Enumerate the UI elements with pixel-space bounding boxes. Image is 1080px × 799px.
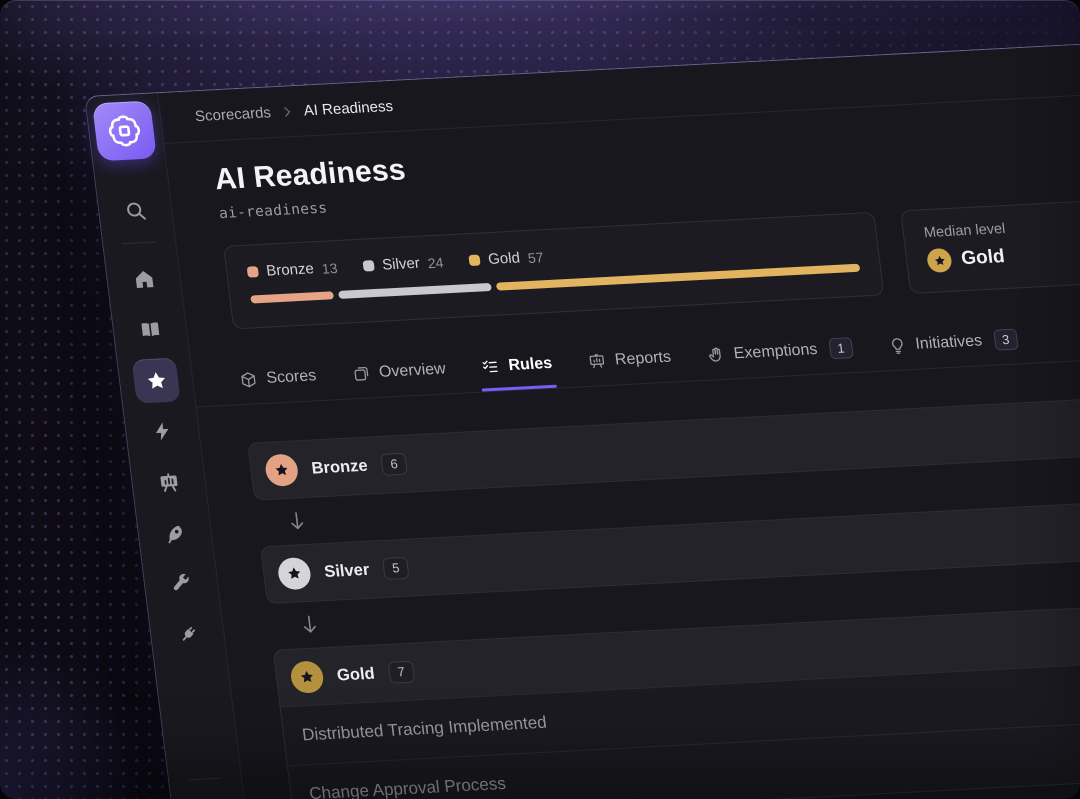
rule-count-badge: 5 <box>382 557 410 580</box>
hand-icon <box>706 345 726 364</box>
presentation-icon <box>156 470 182 494</box>
legend-label: Gold <box>487 249 521 268</box>
median-level-text: Gold <box>960 246 1006 270</box>
rules-list: Bronze 6 Silver 5 <box>247 384 1080 799</box>
tab-label: Scores <box>265 367 317 388</box>
bolt-icon <box>150 420 175 443</box>
sidebar-item-search[interactable] <box>111 187 160 233</box>
list-checks-icon <box>480 357 500 376</box>
tab-overview[interactable]: Overview <box>351 358 447 384</box>
rail-divider <box>122 241 156 244</box>
star-icon <box>298 669 316 686</box>
rail-divider-bottom <box>188 778 222 781</box>
cortex-logo-icon <box>102 110 147 152</box>
gold-swatch <box>469 255 481 267</box>
section-name: Silver <box>323 560 370 581</box>
section-name: Gold <box>336 664 376 685</box>
app-window: Scorecards AI Readiness AI Readiness ai-… <box>84 30 1080 799</box>
bronze-swatch <box>247 266 259 278</box>
sidebar-item-integrations[interactable] <box>163 611 212 657</box>
screenshot-frame: Scorecards AI Readiness AI Readiness ai-… <box>0 0 1080 799</box>
sidebar-item-actions[interactable] <box>138 408 187 454</box>
book-icon <box>137 318 163 342</box>
exemptions-count-badge: 1 <box>828 337 854 359</box>
legend-label: Silver <box>381 255 421 274</box>
legend-label: Bronze <box>265 260 315 279</box>
sidebar-item-home[interactable] <box>119 256 168 302</box>
levels-distribution-card: Bronze 13 Silver 24 Gold 5 <box>223 212 884 330</box>
silver-bar-segment <box>338 283 492 299</box>
presentation-chart-icon <box>587 352 607 371</box>
main-panel: Scorecards AI Readiness AI Readiness ai-… <box>158 32 1080 799</box>
gold-level-badge <box>926 248 953 273</box>
star-icon <box>273 462 291 479</box>
sidebar-item-tools[interactable] <box>156 561 205 607</box>
legend-value: 24 <box>427 254 445 271</box>
sidebar-item-scorecards[interactable] <box>131 358 180 404</box>
tab-label: Rules <box>507 354 553 374</box>
tab-initiatives[interactable]: Initiatives 3 <box>887 329 1018 357</box>
tab-scores[interactable]: Scores <box>238 365 317 390</box>
rocket-icon <box>162 521 188 545</box>
tab-label: Exemptions <box>733 341 819 363</box>
sidebar-item-reports[interactable] <box>144 459 193 505</box>
tab-reports[interactable]: Reports <box>587 347 672 372</box>
sidebar-item-catalog[interactable] <box>125 307 174 353</box>
chevron-right-icon <box>280 105 295 119</box>
median-level-label: Median level <box>923 204 1080 241</box>
gold-level-badge <box>289 660 325 694</box>
search-icon <box>122 198 148 222</box>
tab-exemptions[interactable]: Exemptions 1 <box>706 337 854 366</box>
tab-label: Initiatives <box>914 332 983 353</box>
breadcrumb-current: AI Readiness <box>303 97 394 119</box>
cortex-glyph-dim-icon[interactable] <box>194 795 223 799</box>
breadcrumb-parent[interactable]: Scorecards <box>194 104 272 125</box>
star-icon <box>285 565 303 582</box>
tab-label: Reports <box>614 348 672 369</box>
lightbulb-icon <box>887 336 907 355</box>
bronze-bar-segment <box>250 291 334 303</box>
tab-label: Overview <box>378 360 447 381</box>
panels-icon <box>351 364 371 383</box>
arrow-down-icon <box>298 613 321 636</box>
gold-bar-segment <box>496 264 860 291</box>
star-icon <box>932 254 947 268</box>
median-level-card: Median level Gold <box>900 187 1080 294</box>
rule-count-badge: 7 <box>387 661 415 684</box>
legend-value: 57 <box>527 249 545 266</box>
bronze-level-badge <box>264 453 300 487</box>
sidebar-item-launch[interactable] <box>150 510 199 556</box>
cortex-logo[interactable] <box>92 101 157 162</box>
wrench-icon <box>169 572 194 595</box>
star-icon <box>143 369 169 393</box>
legend-value: 13 <box>321 260 339 277</box>
plug-icon <box>174 622 200 646</box>
silver-level-badge <box>276 557 312 591</box>
arrow-down-icon <box>286 510 309 533</box>
legend-item-silver: Silver 24 <box>362 253 444 274</box>
silver-swatch <box>363 260 375 272</box>
section-name: Bronze <box>311 456 369 478</box>
home-icon <box>131 267 157 291</box>
content-area: AI Readiness ai-readiness Bronze 13 <box>164 82 1080 799</box>
legend-item-bronze: Bronze 13 <box>246 259 338 281</box>
rule-count-badge: 6 <box>380 453 408 476</box>
legend-item-gold: Gold 57 <box>468 248 544 269</box>
initiatives-count-badge: 3 <box>993 329 1019 351</box>
tab-bar: Scores Overview Rules Reports <box>238 310 1080 404</box>
cube-icon <box>238 370 258 389</box>
tab-rules[interactable]: Rules <box>480 353 553 378</box>
